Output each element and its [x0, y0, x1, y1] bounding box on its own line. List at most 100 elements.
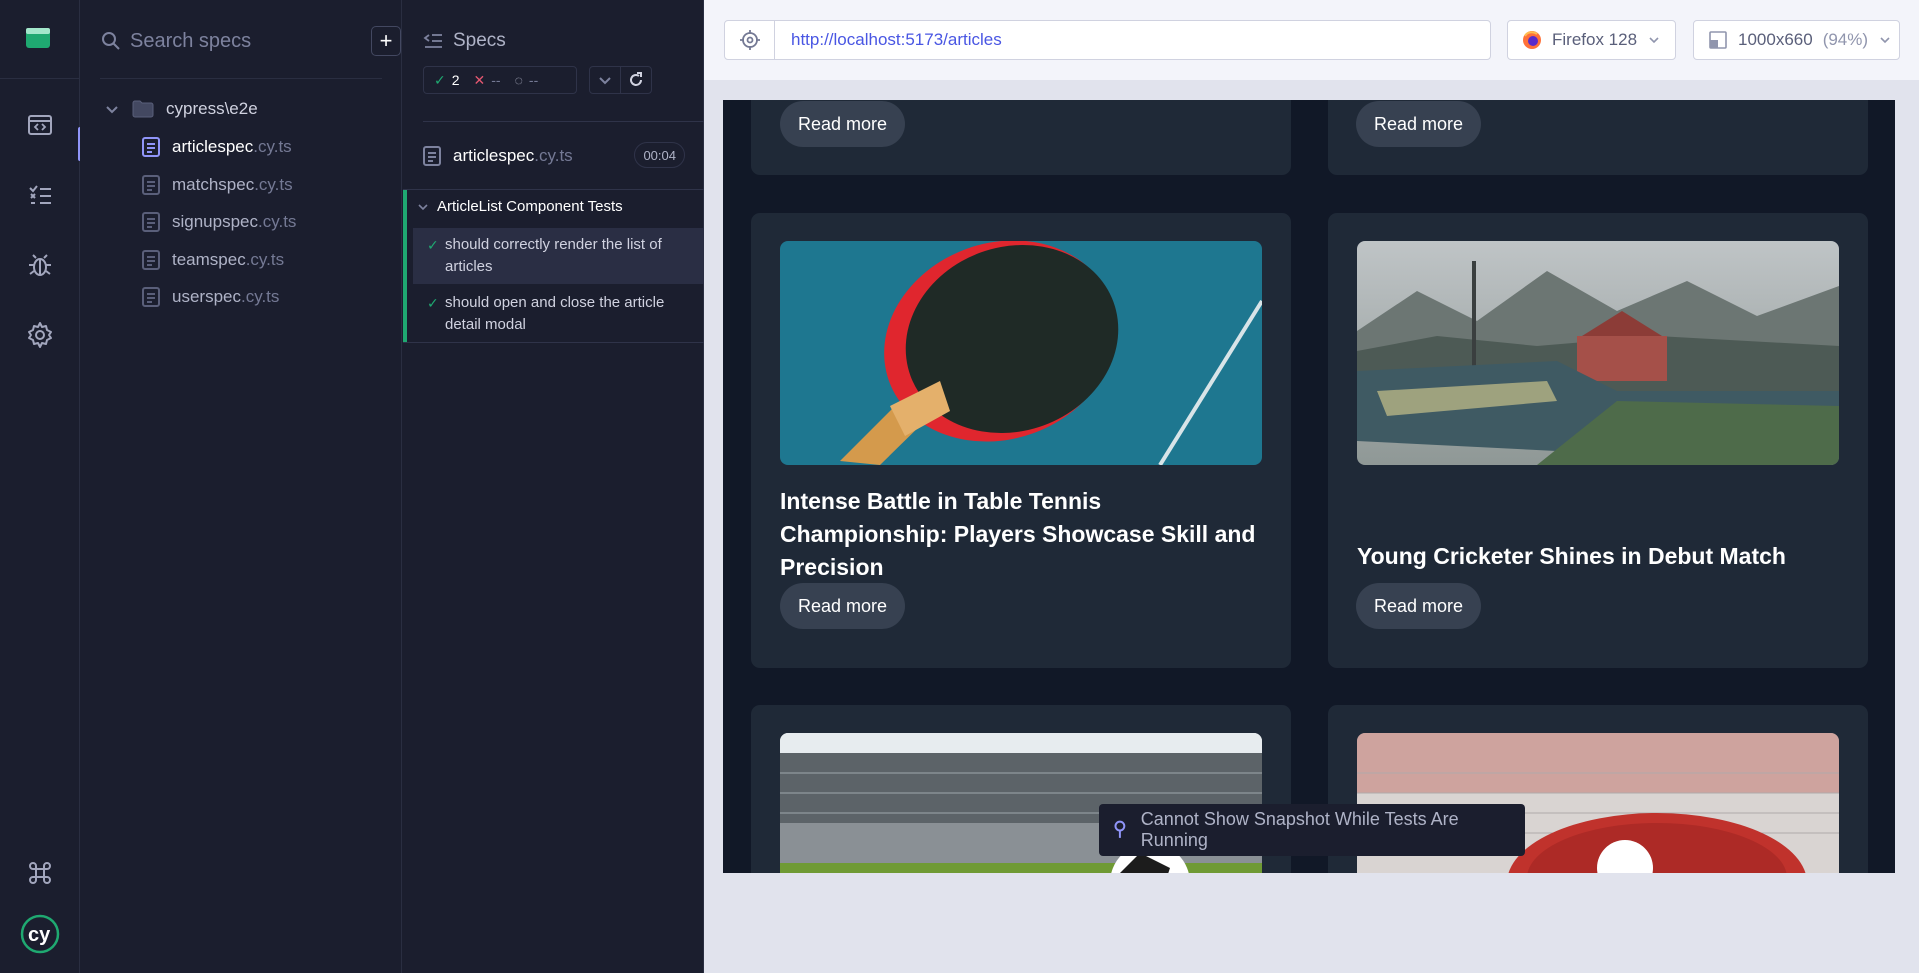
viewport-icon — [1709, 31, 1727, 49]
article-title: Young Cricketer Shines in Debut Match — [1357, 543, 1786, 569]
tooltip-text: Cannot Show Snapshot While Tests Are Run… — [1140, 809, 1459, 850]
document-icon — [142, 175, 160, 195]
spec-item-matchspec[interactable]: matchspec.cy.ts — [142, 171, 293, 199]
app-window-icon — [26, 28, 50, 48]
code-window-icon — [28, 115, 52, 135]
pending-count: ◌ -- — [514, 72, 539, 88]
refresh-icon — [630, 72, 642, 86]
browser-selector[interactable]: Firefox 128 — [1507, 20, 1676, 60]
svg-text:cy: cy — [28, 924, 51, 946]
x-icon: ✕ — [473, 71, 486, 88]
passed-count: ✓ 2 — [434, 71, 460, 89]
zoom-label: (94%) — [1822, 30, 1869, 49]
article-card: Young Cricketer Shines in Debut Match Re… — [1328, 213, 1868, 668]
app-under-test: Read more Read more Intense Battle in Ta… — [723, 100, 1895, 873]
article-card: Intense Battle in Table Tennis Champions… — [751, 213, 1291, 668]
gear-icon — [28, 322, 52, 348]
spec-file-ext: .cy.ts — [253, 137, 292, 156]
firefox-icon — [1523, 31, 1541, 49]
search-divider — [100, 78, 382, 79]
reporter-panel: Specs ✓ 2 ✕ -- ◌ -- articlespec.cy.ts 00:04… — [403, 0, 704, 973]
expand-tests-button[interactable] — [589, 66, 621, 94]
article-image-cricket-stadium — [1357, 241, 1839, 465]
read-more-button[interactable]: Read more — [1356, 583, 1482, 629]
reporter-divider — [423, 121, 704, 122]
specs-nav-button[interactable] — [0, 105, 80, 145]
selector-playground-button[interactable] — [725, 21, 775, 59]
bug-icon — [29, 254, 51, 276]
test-list-icon — [29, 185, 51, 204]
rerun-button[interactable] — [620, 66, 652, 94]
pin-icon — [1114, 820, 1126, 838]
check-icon: ✓ — [427, 237, 439, 253]
spec-file-name: matchspec — [172, 175, 255, 194]
reporter-header[interactable]: Specs — [423, 30, 506, 52]
collapse-specs-icon — [423, 34, 442, 48]
chevron-down-icon — [599, 77, 611, 85]
failed-count: ✕ -- — [473, 71, 501, 89]
spec-file-ext: .cy.ts — [254, 175, 293, 194]
test-suite: ArticleList Component Tests ✓ should cor… — [403, 189, 704, 343]
preview-toolbar: http://localhost:5173/articles Firefox 1… — [704, 0, 1919, 80]
test-title: should open and close the article detail… — [445, 294, 665, 333]
chevron-down-icon — [1880, 37, 1890, 44]
shortcuts-nav-button[interactable] — [0, 853, 80, 893]
url-bar: http://localhost:5173/articles — [724, 20, 1491, 60]
document-icon — [142, 287, 160, 307]
spec-item-articlespec[interactable]: articlespec.cy.ts — [142, 133, 292, 161]
chevron-down-icon — [106, 106, 118, 114]
spec-item-signupspec[interactable]: signupspec.cy.ts — [142, 208, 296, 236]
spec-item-teamspec[interactable]: teamspec.cy.ts — [142, 246, 284, 274]
test-stats: ✓ 2 ✕ -- ◌ -- — [423, 66, 577, 94]
rail-divider — [0, 78, 80, 79]
viewport-label: 1000x660 — [1738, 30, 1813, 49]
document-icon — [142, 250, 160, 270]
running-spec-file: articlespec.cy.ts 00:04 — [423, 142, 685, 170]
read-more-button[interactable]: Read more — [1356, 101, 1482, 147]
check-icon: ✓ — [427, 295, 439, 311]
url-text[interactable]: http://localhost:5173/articles — [791, 30, 1002, 50]
spec-file-name: teamspec — [172, 250, 246, 269]
viewport-selector[interactable]: 1000x660 (94%) — [1693, 20, 1900, 60]
suite-title: ArticleList Component Tests — [437, 198, 623, 215]
spec-file-name: articlespec — [172, 137, 254, 156]
test-title: should correctly render the list of arti… — [445, 236, 662, 275]
spec-file-name: userspec — [172, 287, 241, 306]
running-spec-name: articlespec — [453, 146, 535, 165]
folder-row[interactable]: cypress\e2e — [104, 96, 258, 122]
article-card: Read more — [751, 100, 1291, 175]
test-item[interactable]: ✓ should correctly render the list of ar… — [413, 228, 704, 284]
suite-title-row[interactable]: ArticleList Component Tests — [417, 198, 623, 215]
runs-nav-button[interactable] — [0, 175, 80, 215]
add-spec-button[interactable]: + — [371, 26, 401, 56]
settings-nav-button[interactable] — [0, 315, 80, 355]
debug-nav-button[interactable] — [0, 245, 80, 285]
crosshair-icon — [739, 30, 760, 50]
spec-file-ext: .cy.ts — [240, 287, 280, 306]
spec-file-ext: .cy.ts — [245, 250, 285, 269]
folder-icon — [132, 100, 154, 118]
cy-logo-icon[interactable]: cy — [20, 914, 60, 954]
check-icon: ✓ — [434, 71, 446, 88]
search-icon — [102, 32, 120, 50]
spec-file-name: signupspec — [172, 212, 259, 231]
document-icon — [142, 137, 160, 157]
app-preview: http://localhost:5173/articles Firefox 1… — [704, 0, 1919, 973]
reporter-title: Specs — [453, 30, 506, 51]
specs-panel: + cypress\e2e articlespec.cy.ts matchspe… — [80, 0, 402, 973]
snapshot-tooltip: Cannot Show Snapshot While Tests Are Run… — [1099, 804, 1525, 856]
icon-rail: cy — [0, 0, 82, 973]
search-specs-input[interactable] — [130, 26, 350, 56]
suite-status-bar — [403, 190, 407, 342]
spec-item-userspec[interactable]: userspec.cy.ts — [142, 283, 279, 311]
article-title: Intense Battle in Table Tennis Champions… — [780, 488, 1256, 580]
test-item[interactable]: ✓ should open and close the article deta… — [413, 286, 704, 342]
spec-file-ext: .cy.ts — [258, 212, 297, 231]
duration-badge: 00:04 — [634, 142, 685, 168]
browser-label: Firefox 128 — [1552, 30, 1638, 49]
read-more-button[interactable]: Read more — [780, 583, 906, 629]
read-more-button[interactable]: Read more — [780, 101, 906, 147]
chevron-down-icon — [418, 203, 428, 210]
folder-label: cypress\e2e — [166, 99, 258, 118]
document-icon — [142, 212, 160, 232]
